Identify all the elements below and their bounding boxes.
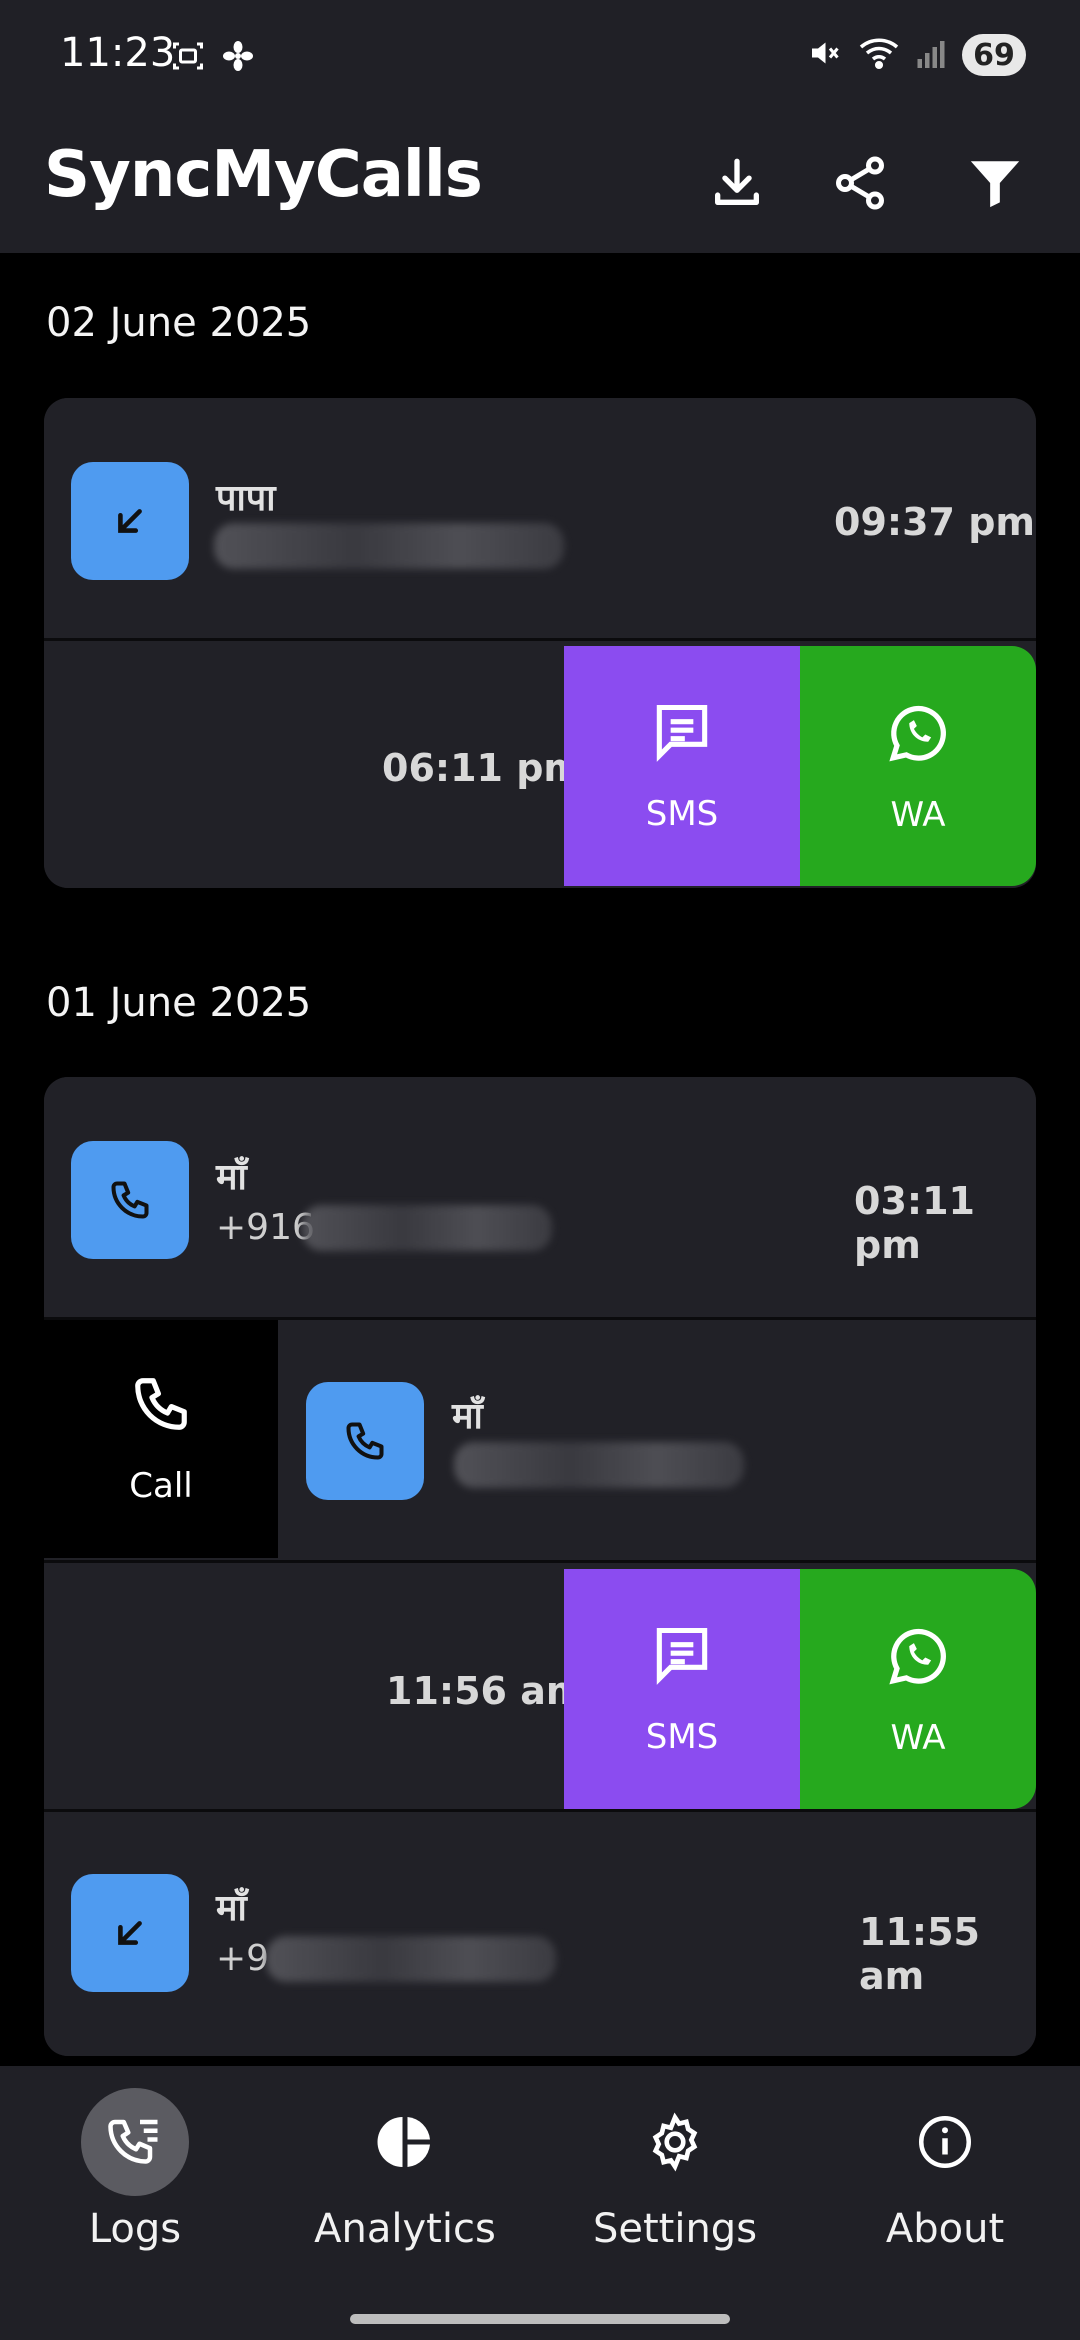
call-log-item[interactable]: माँ +9 11:55 am <box>44 1812 1036 2056</box>
nav-label: About <box>885 2206 1005 2252</box>
filter-button[interactable] <box>950 140 1040 230</box>
download-button[interactable] <box>692 140 782 230</box>
nav-settings[interactable]: Settings <box>540 2088 810 2268</box>
contact-name: माँ <box>216 1888 247 1929</box>
sms-button[interactable]: SMS <box>564 646 800 886</box>
contact-name: पापा <box>216 478 276 519</box>
share-button[interactable] <box>815 140 905 230</box>
pie-chart-icon <box>351 2088 459 2196</box>
info-icon <box>891 2088 999 2196</box>
filter-icon <box>966 154 1024 216</box>
nav-label: Analytics <box>314 2206 496 2252</box>
redacted-number <box>214 523 564 569</box>
whatsapp-icon <box>883 698 953 777</box>
redacted-number <box>454 1442 744 1488</box>
phone-icon <box>130 1373 192 1444</box>
incoming-call-avatar <box>71 1874 189 1992</box>
nav-analytics[interactable]: Analytics <box>270 2088 540 2268</box>
date-header: 02 June 2025 <box>46 300 312 346</box>
nav-logs[interactable]: Logs <box>0 2088 270 2268</box>
home-indicator[interactable] <box>350 2314 730 2324</box>
whatsapp-label: WA <box>890 794 946 835</box>
call-time: 11:55 am <box>859 1910 980 1998</box>
status-bar: 11:23 69 <box>0 0 1080 118</box>
app-bar: SyncMyCalls <box>0 118 1080 253</box>
call-time: 09:37 pm <box>834 500 1035 544</box>
sms-button[interactable]: SMS <box>564 1569 800 1809</box>
call-group-card: माँ +916 03:11 pm Call माँ 11:56 am SMS <box>44 1077 1036 2056</box>
wifi-icon <box>858 35 900 75</box>
status-time: 11:23 <box>60 30 176 76</box>
call-time: 11:56 am <box>386 1669 586 1713</box>
date-header: 01 June 2025 <box>46 980 312 1026</box>
call-label: Call <box>129 1465 193 1506</box>
outgoing-call-avatar <box>306 1382 424 1500</box>
sms-label: SMS <box>645 1716 719 1757</box>
nav-about[interactable]: About <box>810 2088 1080 2268</box>
whatsapp-button[interactable]: WA <box>800 646 1036 886</box>
call-time: 03:11 pm <box>854 1179 975 1267</box>
sms-label: SMS <box>645 793 719 834</box>
redacted-number <box>302 1205 552 1251</box>
whatsapp-icon <box>883 1621 953 1700</box>
whatsapp-button[interactable]: WA <box>800 1569 1036 1809</box>
contact-name: माँ <box>452 1396 483 1437</box>
share-icon <box>830 153 890 217</box>
battery-indicator: 69 <box>962 34 1026 76</box>
call-log-item-swiped[interactable]: 06:11 pm SMS WA <box>44 646 1036 888</box>
signal-icon <box>916 35 946 75</box>
call-log-item-swiped[interactable]: Call माँ <box>44 1320 1036 1560</box>
contact-name: माँ <box>216 1157 247 1198</box>
contact-number: +916 <box>216 1207 315 1248</box>
whatsapp-label: WA <box>890 1717 946 1758</box>
outgoing-call-avatar <box>71 1141 189 1259</box>
bottom-navigation: Logs Analytics Settings About <box>0 2066 1080 2340</box>
message-icon <box>648 699 716 776</box>
redacted-number <box>266 1936 556 1982</box>
app-title: SyncMyCalls <box>44 138 483 212</box>
call-button[interactable]: Call <box>44 1320 278 1558</box>
contact-number: +9 <box>216 1938 270 1979</box>
call-log-item[interactable]: माँ +916 03:11 pm <box>44 1077 1036 1317</box>
incoming-call-avatar <box>71 462 189 580</box>
call-log-item[interactable]: पापा 09:37 pm <box>44 398 1036 638</box>
nav-label: Settings <box>592 2206 758 2252</box>
gear-icon <box>621 2088 729 2196</box>
screenshot-icon <box>170 38 206 78</box>
nav-label: Logs <box>88 2206 182 2252</box>
call-time: 06:11 pm <box>382 746 583 790</box>
call-group-card: पापा 09:37 pm 06:11 pm SMS WA <box>44 398 1036 888</box>
call-log-item-swiped[interactable]: 11:56 am SMS WA <box>44 1569 1036 1809</box>
message-icon <box>648 1622 716 1699</box>
call-log-icon <box>81 2088 189 2196</box>
mute-icon <box>806 35 842 75</box>
download-icon <box>708 154 766 216</box>
fan-icon <box>220 38 256 78</box>
